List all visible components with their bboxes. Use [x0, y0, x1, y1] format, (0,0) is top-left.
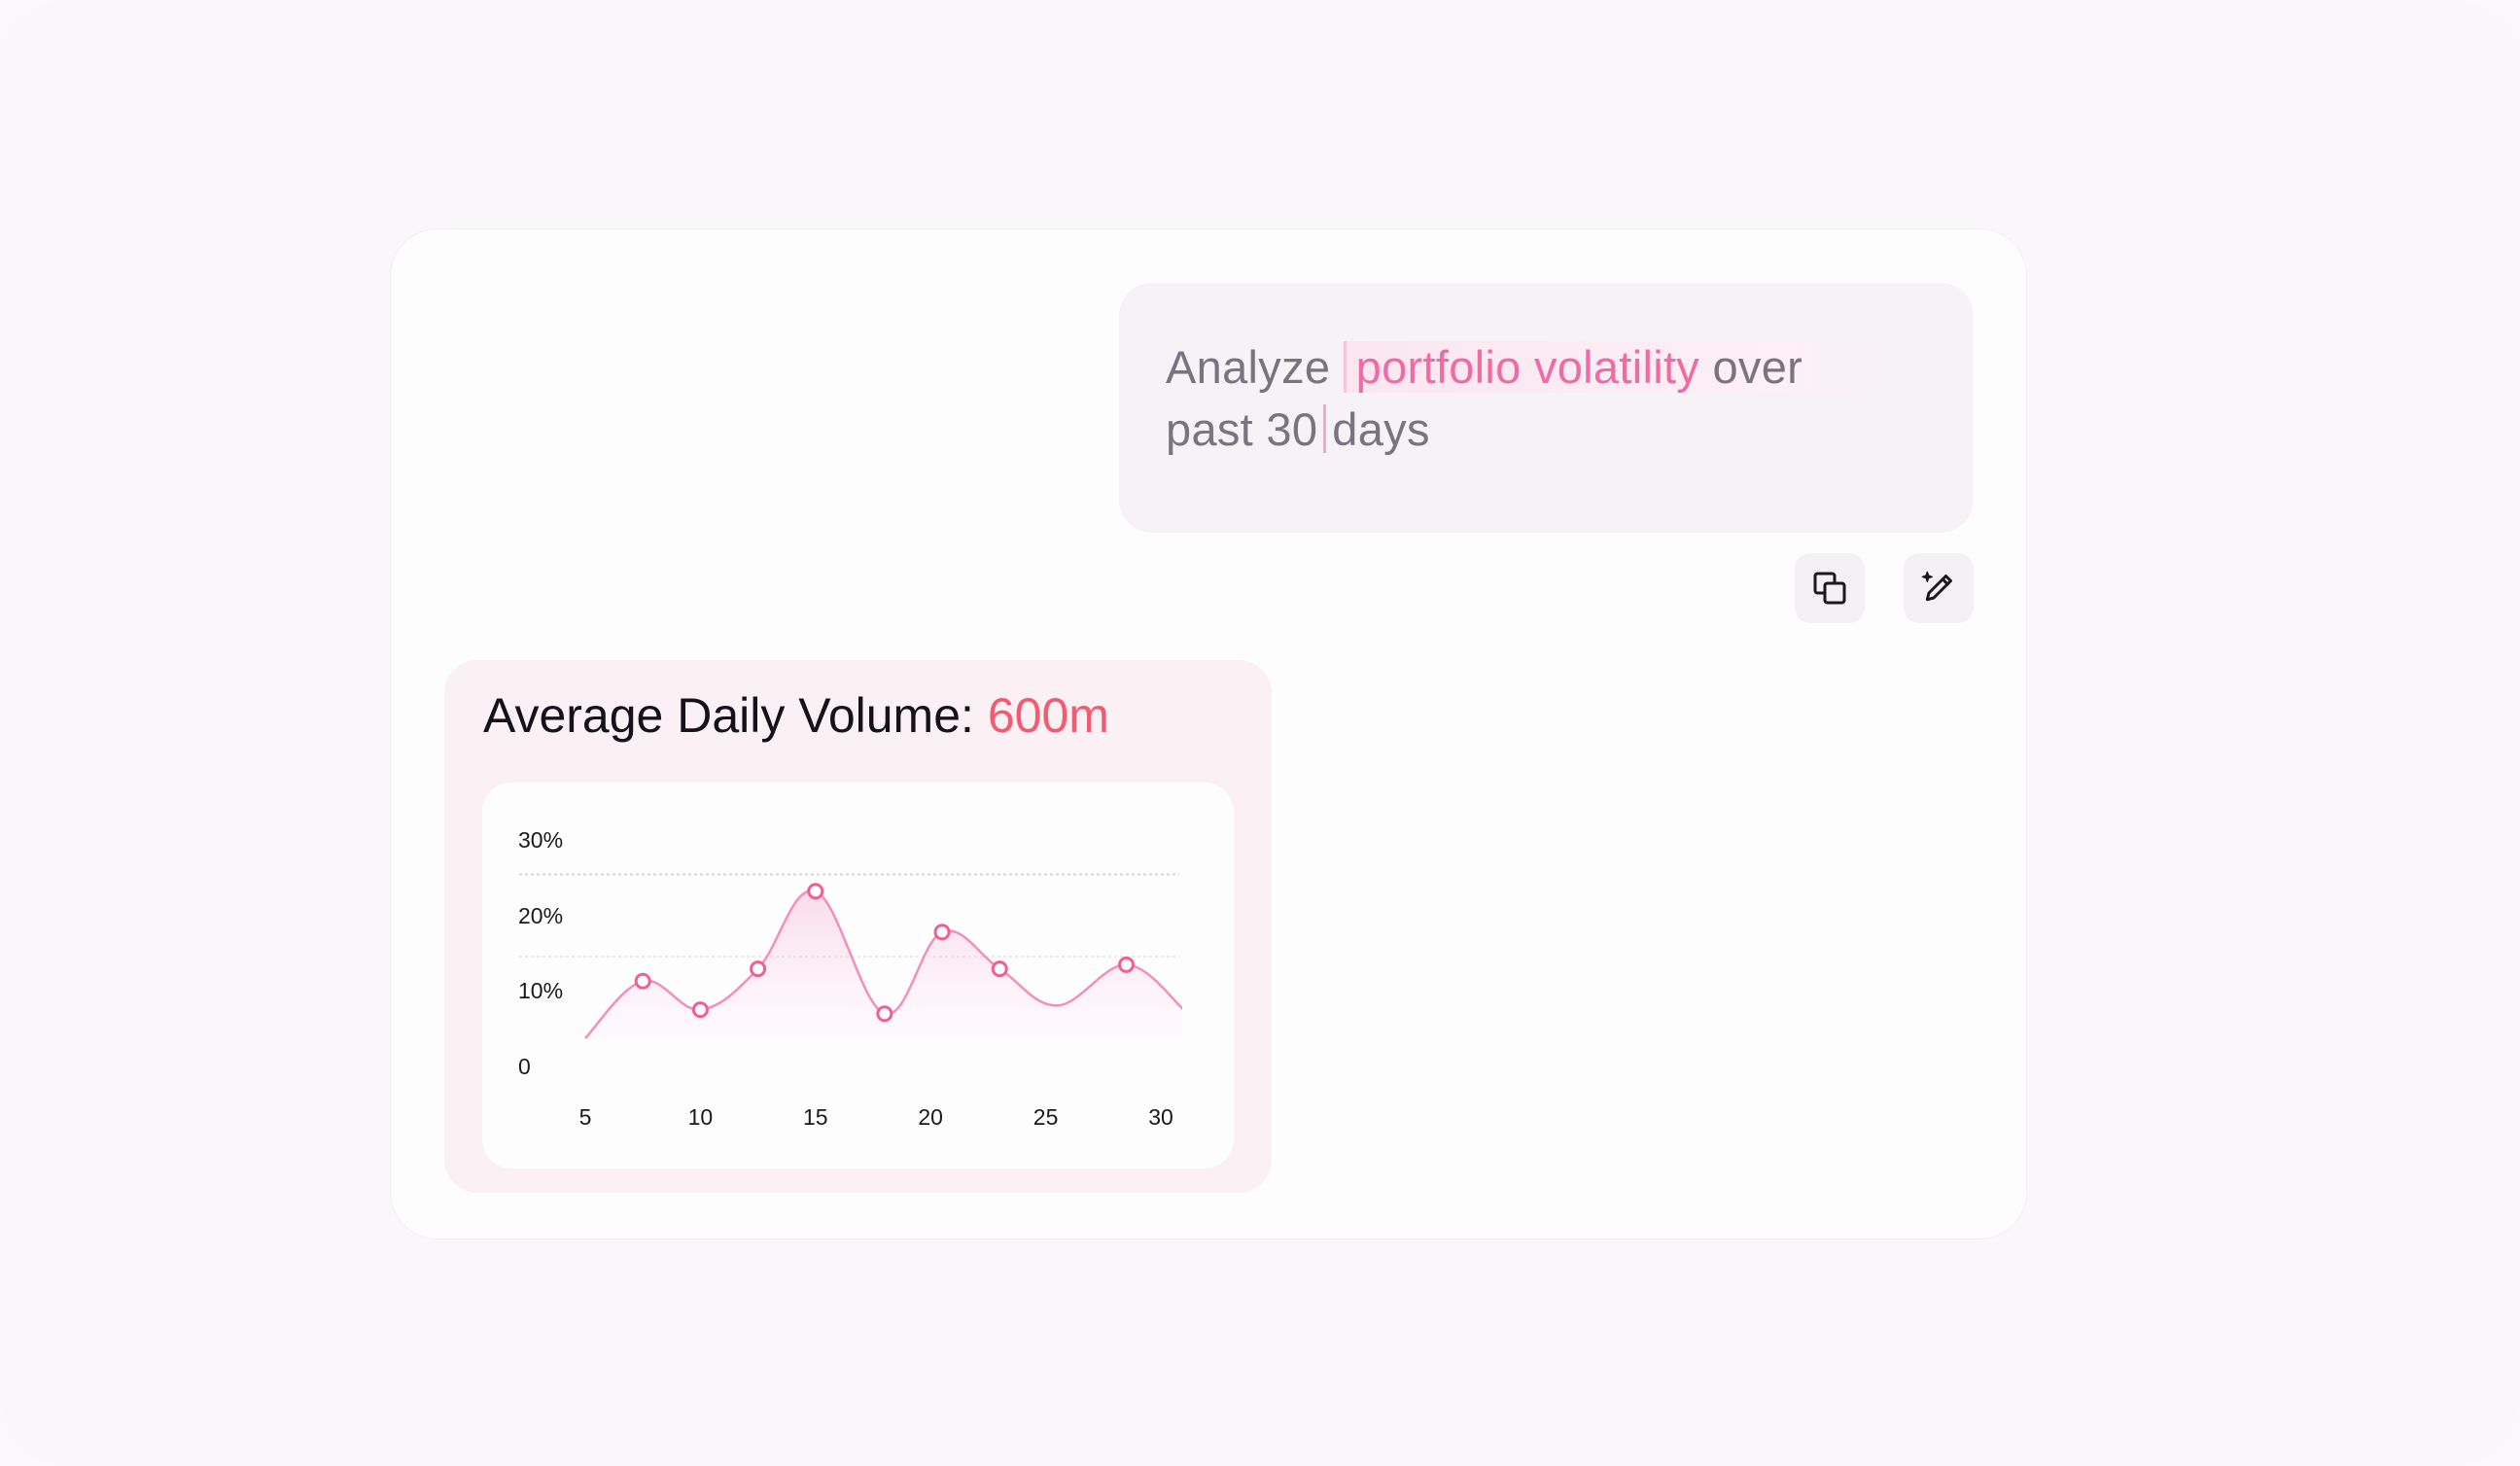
- data-point-marker[interactable]: [1117, 956, 1135, 973]
- prompt-text-line2-end: days: [1332, 403, 1430, 455]
- user-prompt-bubble: Analyze portfolio volatility over past 3…: [1119, 283, 1974, 533]
- data-point-marker[interactable]: [876, 1005, 893, 1023]
- y-tick-label: 30%: [518, 827, 563, 853]
- assistant-response-card: Average Daily Volume: 600m 0 10% 20% 30% 5 10…: [444, 660, 1272, 1193]
- response-title: Average Daily Volume: 600m: [483, 681, 1109, 750]
- x-tick-label: 10: [688, 1104, 714, 1130]
- chat-card: Analyze portfolio volatility over past 3…: [391, 229, 2026, 1239]
- prompt-text-line1-end: over: [1712, 341, 1803, 393]
- x-tick-label: 30: [1148, 1104, 1173, 1130]
- prompt-text-line2-start: past 30: [1166, 403, 1318, 455]
- copy-icon: [1813, 572, 1846, 605]
- volatility-chart: 0 10% 20% 30% 5 10 15 20 25 30: [482, 783, 1234, 1169]
- data-point-marker[interactable]: [807, 883, 824, 900]
- data-point-marker[interactable]: [933, 924, 951, 941]
- prompt-text-start: Analyze: [1166, 341, 1331, 393]
- chart-svg: 0 10% 20% 30% 5 10 15 20 25 30: [518, 827, 1182, 1130]
- prompt-highlight-text: portfolio volatility: [1355, 341, 1700, 393]
- x-tick-label: 5: [579, 1104, 592, 1130]
- response-title-label: Average Daily Volume:: [483, 688, 974, 743]
- text-caret: [1323, 404, 1327, 453]
- response-title-value: 600m: [987, 688, 1109, 743]
- data-point-marker[interactable]: [691, 1001, 709, 1019]
- data-point-marker[interactable]: [634, 972, 651, 990]
- page-background: Analyze portfolio volatility over past 3…: [0, 0, 2520, 1466]
- y-tick-label: 0: [518, 1054, 531, 1079]
- x-tick-label: 15: [803, 1104, 828, 1130]
- data-point-marker[interactable]: [991, 960, 1008, 978]
- prompt-highlight[interactable]: portfolio volatility: [1343, 341, 1895, 393]
- y-tick-label: 10%: [518, 978, 563, 1003]
- x-tick-label: 25: [1033, 1104, 1059, 1130]
- data-point-marker[interactable]: [750, 960, 767, 978]
- x-tick-label: 20: [918, 1104, 943, 1130]
- copy-button[interactable]: [1795, 553, 1865, 623]
- magic-edit-button[interactable]: [1904, 553, 1974, 623]
- y-tick-label: 20%: [518, 903, 563, 928]
- magic-edit-icon: [1921, 571, 1952, 602]
